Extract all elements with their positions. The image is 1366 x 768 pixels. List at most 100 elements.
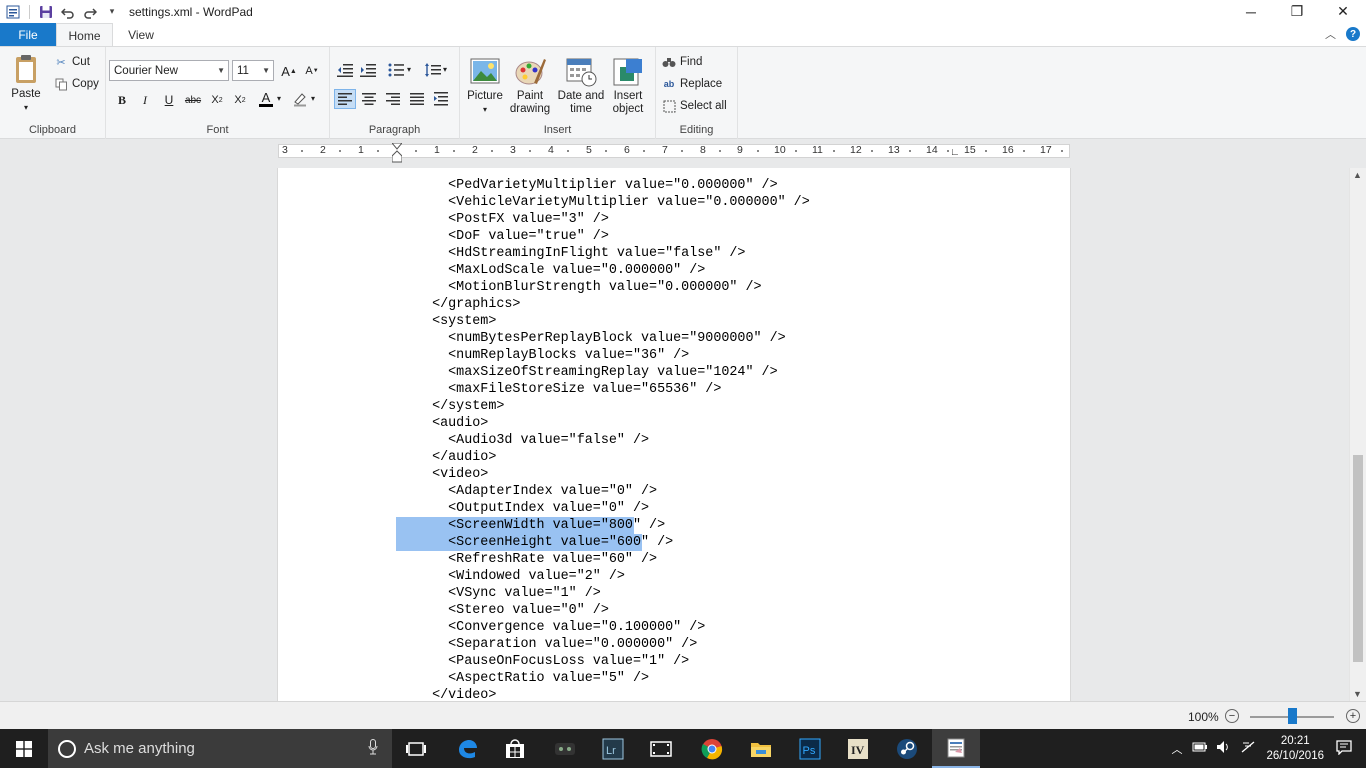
highlight-dropdown-icon[interactable]: ▾ [311,94,315,103]
document-line[interactable]: <numReplayBlocks value="36" /> [416,347,689,364]
game-app-icon[interactable] [541,729,589,768]
document-line[interactable]: <PauseOnFocusLoss value="1" /> [416,653,689,670]
line-spacing-dropdown-icon[interactable]: ▾ [443,65,447,74]
tab-file[interactable]: File [0,23,56,46]
subscript-button[interactable]: X2 [207,90,227,110]
minimize-button[interactable]: ─ [1228,0,1274,23]
cut-button[interactable]: ✂ Cut [54,55,90,69]
redo-icon[interactable] [81,3,99,21]
insert-object-button[interactable]: Insert object [608,55,648,116]
nvidia-app-icon[interactable]: IV [834,729,882,768]
wordpad-app-icon[interactable] [4,3,22,21]
taskbar-clock[interactable]: 20:21 26/10/2016 [1266,734,1324,764]
zoom-in-button[interactable]: + [1346,709,1360,723]
document-line[interactable]: <AdapterIndex value="0" /> [416,483,657,500]
document-line[interactable]: <maxFileStoreSize value="65536" /> [416,381,721,398]
strikethrough-button[interactable]: abc [183,90,203,110]
document-line[interactable]: <HdStreamingInFlight value="false" /> [416,245,745,262]
undo-icon[interactable] [59,3,77,21]
superscript-button[interactable]: X2 [230,90,250,110]
align-center-button[interactable] [358,89,380,109]
picture-button[interactable]: Picture ▾ [465,55,505,116]
paste-button[interactable]: Paste ▾ [6,53,46,114]
scrollbar-thumb[interactable] [1353,455,1363,662]
scroll-down-icon[interactable]: ▼ [1353,689,1362,699]
scroll-up-icon[interactable]: ▲ [1353,170,1362,180]
underline-button[interactable]: U [159,90,179,110]
document-line[interactable]: <audio> [416,415,488,432]
text-color-button[interactable]: A [256,89,276,109]
restore-button[interactable]: ❐ [1274,0,1320,23]
customize-qat-icon[interactable]: ▾ [103,3,121,21]
chrome-icon[interactable] [688,729,736,768]
volume-icon[interactable] [1216,740,1232,757]
document-line[interactable]: <Windowed value="2" /> [416,568,625,585]
document-line[interactable]: <system> [416,313,496,330]
photoshop-icon[interactable]: Ps [786,729,834,768]
shrink-font-button[interactable]: A ▼ [302,61,322,81]
help-icon[interactable]: ? [1346,27,1360,41]
wordpad-taskbar-icon[interactable] [932,729,980,768]
italic-button[interactable]: I [135,90,155,110]
document-line[interactable]: <Separation value="0.000000" /> [416,636,697,653]
grow-font-button[interactable]: A ▲ [279,61,299,81]
battery-icon[interactable] [1192,741,1208,756]
document-page[interactable]: <PedVarietyMultiplier value="0.000000" /… [277,168,1071,701]
steam-icon[interactable] [883,729,931,768]
vertical-scrollbar[interactable]: ▲ ▼ [1349,168,1366,701]
document-line[interactable]: <ScreenWidth value="800" /> [416,517,665,534]
document-line[interactable]: </audio> [416,449,496,466]
language-keyboard-icon[interactable] [1240,740,1256,757]
bullets-button[interactable] [385,60,407,80]
align-right-button[interactable] [382,89,404,109]
align-left-button[interactable] [334,89,356,109]
action-center-icon[interactable] [1336,739,1352,758]
document-line[interactable]: <PostFX value="3" /> [416,211,609,228]
save-icon[interactable] [37,3,55,21]
document-line[interactable]: <MaxLodScale value="0.000000" /> [416,262,705,279]
font-family-select[interactable]: Courier New ▼ [109,60,229,81]
document-line[interactable]: <VehicleVarietyMultiplier value="0.00000… [416,194,810,211]
video-editor-icon[interactable] [637,729,685,768]
cortana-search-box[interactable]: Ask me anything [48,729,392,768]
replace-button[interactable]: ab Replace [662,77,722,91]
document-line[interactable]: </video> [416,687,496,701]
paint-drawing-button[interactable]: Paint drawing [507,55,553,116]
tab-home[interactable]: Home [56,23,113,47]
edge-browser-icon[interactable] [443,729,491,768]
zoom-slider-thumb[interactable] [1288,708,1297,724]
document-line[interactable]: <video> [416,466,488,483]
document-line[interactable]: </system> [416,398,504,415]
tab-stop-icon[interactable]: ∟ [950,147,960,158]
document-line[interactable]: <OutputIndex value="0" /> [416,500,649,517]
document-line[interactable]: <AspectRatio value="5" /> [416,670,649,687]
document-line[interactable]: <Convergence value="0.100000" /> [416,619,705,636]
store-icon[interactable] [491,729,539,768]
line-spacing-button[interactable] [422,60,444,80]
document-line[interactable]: <MotionBlurStrength value="0.000000" /> [416,279,761,296]
copy-button[interactable]: Copy [54,77,99,91]
select-all-button[interactable]: Select all [662,99,727,113]
close-button[interactable]: ✕ [1320,0,1366,23]
zoom-out-button[interactable]: − [1225,709,1239,723]
increase-indent-button[interactable] [357,60,379,80]
document-line[interactable]: </graphics> [416,296,520,313]
microphone-icon[interactable] [368,739,378,758]
document-line[interactable]: <Audio3d value="false" /> [416,432,649,449]
paragraph-settings-button[interactable] [430,89,452,109]
highlight-button[interactable] [290,89,310,109]
lightroom-icon[interactable]: Lr [589,729,637,768]
task-view-icon[interactable] [392,729,440,768]
document-line[interactable]: <DoF value="true" /> [416,228,609,245]
bullets-dropdown-icon[interactable]: ▾ [407,65,411,74]
start-button[interactable] [0,729,48,768]
document-line[interactable]: <ScreenHeight value="600" /> [416,534,673,551]
justify-button[interactable] [406,89,428,109]
bold-button[interactable]: B [112,90,132,110]
document-line[interactable]: <Stereo value="0" /> [416,602,609,619]
find-button[interactable]: Find [662,55,702,69]
document-line[interactable]: <VSync value="1" /> [416,585,601,602]
document-line[interactable]: <RefreshRate value="60" /> [416,551,657,568]
document-line[interactable]: <PedVarietyMultiplier value="0.000000" /… [416,177,777,194]
tab-view[interactable]: View [118,23,164,47]
